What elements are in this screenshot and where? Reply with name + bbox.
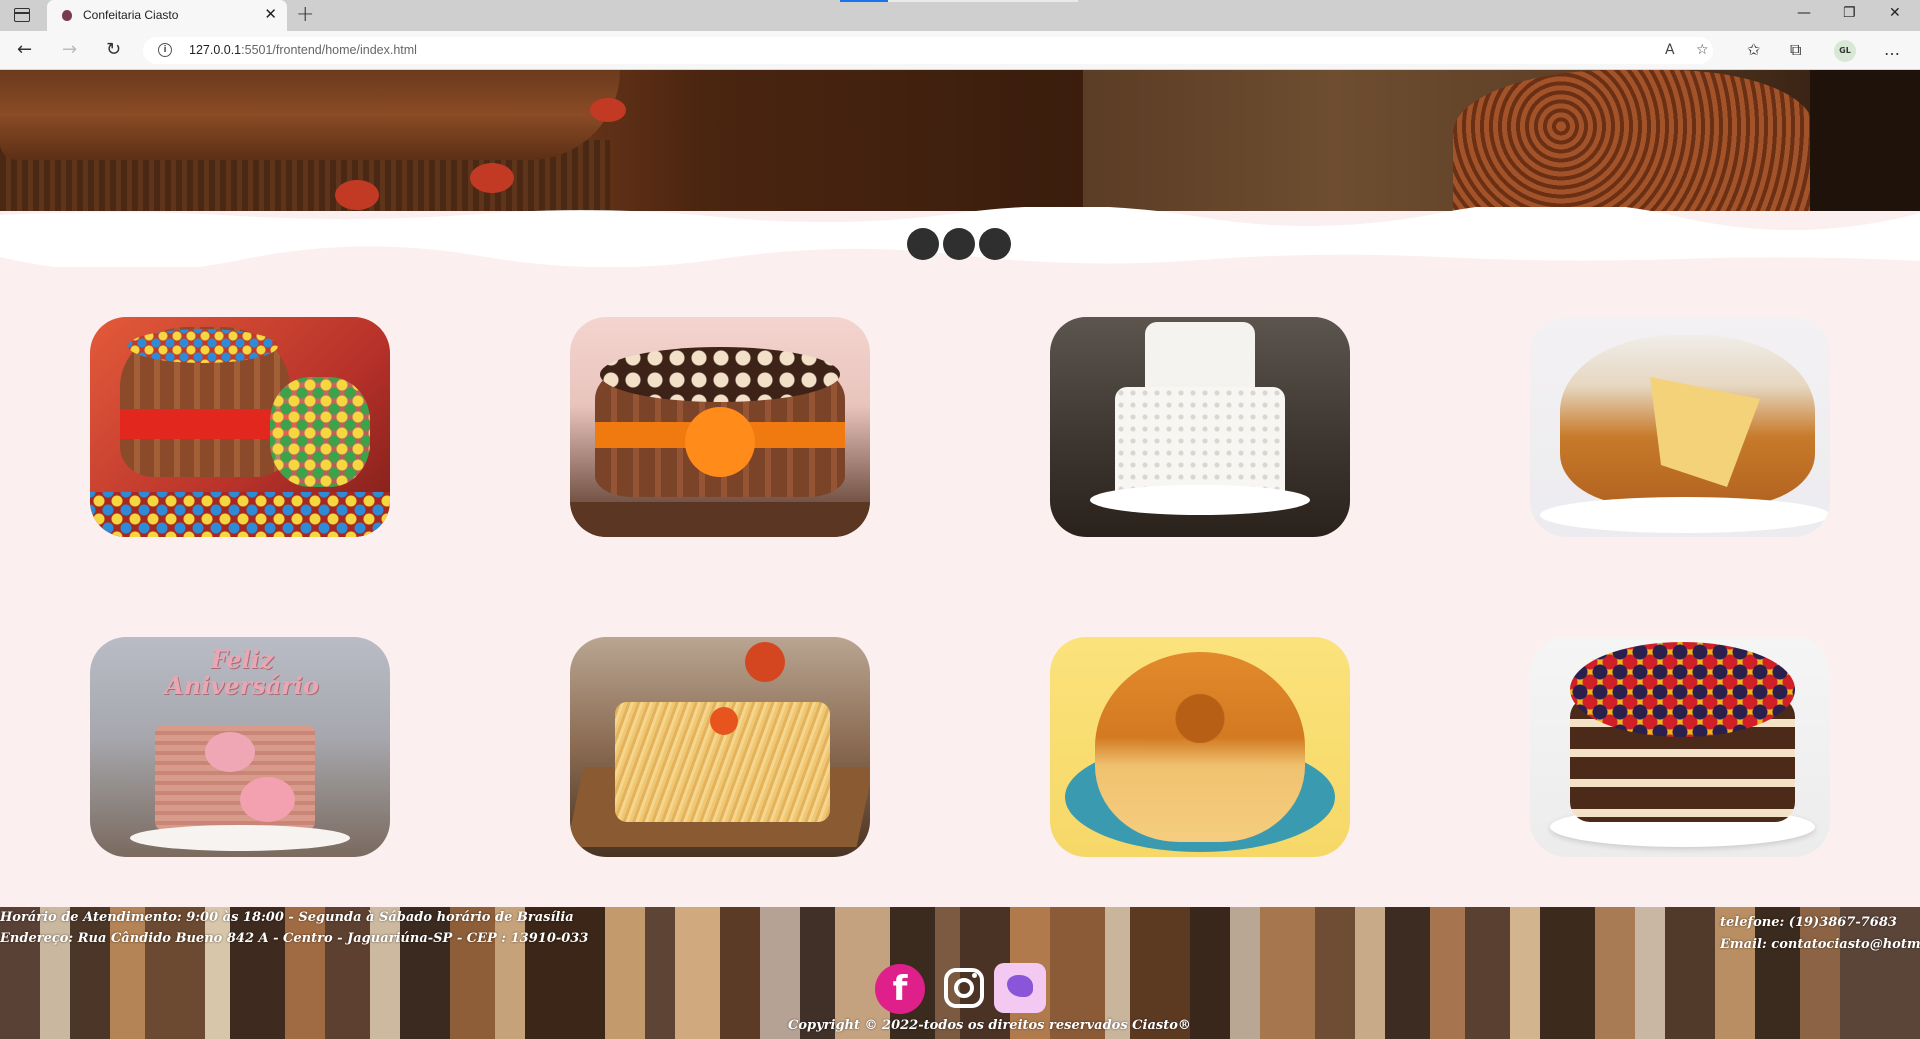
- sugar-rose: [205, 732, 255, 772]
- candy-bowl: [270, 377, 370, 487]
- more-icon[interactable]: …: [1884, 40, 1900, 59]
- twitter-bird: [1007, 975, 1033, 997]
- candy-topping: [128, 329, 278, 363]
- footer-email[interactable]: Email: contatociasto@hotmail.com: [1720, 937, 1920, 952]
- url-field[interactable]: i 127.0.0.1:5501/frontend/home/index.htm…: [143, 37, 1713, 64]
- carousel-dot[interactable]: [907, 228, 939, 260]
- cake-crumb-texture: [1453, 70, 1813, 211]
- truffle-topping: [600, 347, 840, 402]
- cake-card-kitkat-mm[interactable]: [90, 317, 390, 537]
- back-icon[interactable]: ←: [17, 39, 32, 60]
- strawberry-shape: [335, 180, 379, 210]
- address-bar: ← → ↻ i 127.0.0.1:5501/frontend/home/ind…: [0, 31, 1920, 70]
- carousel-dot[interactable]: [979, 228, 1011, 260]
- hero-image-crumb-cake: [1083, 70, 1920, 211]
- new-tab-button[interactable]: +: [296, 2, 314, 27]
- bundt-cake-body: [1095, 652, 1305, 842]
- instagram-lens: [954, 978, 974, 998]
- strawberry-shape: [470, 163, 514, 193]
- footer-address: Endereço: Rua Cândido Bueno 842 A - Cent…: [0, 931, 589, 946]
- scattered-candies: [90, 492, 390, 537]
- url-host: 127.0.0.1: [189, 43, 242, 57]
- tab-actions-icon[interactable]: [14, 8, 30, 22]
- cake-card-bundt[interactable]: [1050, 637, 1350, 857]
- site-info-icon[interactable]: i: [158, 43, 172, 57]
- tomato-shape: [745, 642, 785, 682]
- carousel-dot[interactable]: [943, 228, 975, 260]
- profile-avatar[interactable]: GL: [1834, 40, 1856, 62]
- cake-card-white-fondant[interactable]: [1050, 317, 1350, 537]
- browser-tab-bar: Confeitaria Ciasto ✕ + — ❐ ✕: [0, 0, 1920, 31]
- cake-card-sponge[interactable]: [1530, 317, 1830, 537]
- tab-title: Confeitaria Ciasto: [83, 8, 179, 22]
- cake-card-kitkat-ribbon[interactable]: [570, 317, 870, 537]
- tomato-garnish: [710, 707, 738, 735]
- facebook-icon[interactable]: f: [875, 964, 925, 1014]
- site-favicon-icon: [62, 10, 72, 21]
- fondant-top-tier: [1145, 322, 1255, 397]
- cake-card-potato-straw[interactable]: [570, 637, 870, 857]
- tab-close-icon[interactable]: ✕: [264, 5, 277, 23]
- twitter-icon[interactable]: [994, 963, 1046, 1013]
- browser-tab[interactable]: Confeitaria Ciasto ✕: [47, 0, 287, 31]
- url-text: 127.0.0.1:5501/frontend/home/index.html: [189, 43, 417, 57]
- sugar-rose: [240, 777, 295, 822]
- strawberry-shape: [590, 98, 626, 122]
- url-path: :5501/frontend/home/index.html: [241, 43, 417, 57]
- cake-card-rose-birthday[interactable]: Feliz Aniversário: [90, 637, 390, 857]
- collections-icon[interactable]: ⧉: [1790, 40, 1801, 60]
- hero-banner: [0, 70, 1920, 211]
- cake-ganache-top: [0, 70, 620, 160]
- instagram-icon[interactable]: [940, 964, 990, 1014]
- loading-indicator: [840, 0, 888, 2]
- window-close-icon[interactable]: ✕: [1889, 5, 1901, 21]
- loading-track: [888, 0, 1078, 2]
- refresh-icon[interactable]: ↻: [106, 39, 121, 60]
- fruit-topping: [1570, 642, 1795, 737]
- cake-topper-text: Feliz Aniversário: [165, 645, 319, 700]
- footer-phone: telefone: (19)3867-7683: [1720, 915, 1897, 930]
- table-surface: [570, 502, 870, 537]
- cake-plate: [1090, 485, 1310, 515]
- cake-plate: [130, 825, 350, 851]
- hero-image-chocolate-cake: [0, 70, 1083, 211]
- hero-shadow: [1810, 70, 1920, 211]
- instagram-flash: [972, 973, 977, 978]
- forward-icon[interactable]: →: [62, 39, 77, 60]
- ribbon-bow: [685, 407, 755, 477]
- read-aloud-icon[interactable]: A: [1665, 42, 1675, 58]
- cake-card-fruit-naked[interactable]: [1530, 637, 1830, 857]
- add-favorite-icon[interactable]: ☆: [1696, 42, 1709, 58]
- restore-icon[interactable]: ❐: [1843, 5, 1856, 21]
- footer-copyright: Copyright © 2022-todos os direitos reser…: [788, 1018, 1191, 1033]
- favorites-icon[interactable]: ✩: [1747, 40, 1760, 59]
- fondant-bottom-tier: [1115, 387, 1285, 497]
- footer-hours: Horário de Atendimento: 9:00 às 18:00 - …: [0, 910, 574, 925]
- minimize-icon[interactable]: —: [1797, 5, 1811, 21]
- cake-plate: [1540, 497, 1830, 533]
